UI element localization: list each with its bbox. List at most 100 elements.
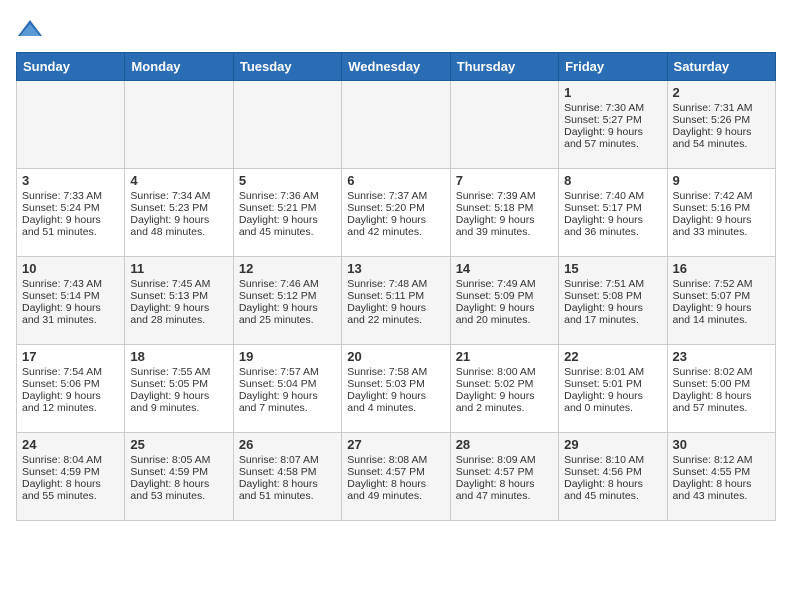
week-row-1: 1Sunrise: 7:30 AMSunset: 5:27 PMDaylight… [17,81,776,169]
calendar-cell: 12Sunrise: 7:46 AMSunset: 5:12 PMDayligh… [233,257,341,345]
day-info: Sunrise: 8:12 AM [673,454,770,466]
day-info: Sunset: 5:00 PM [673,378,770,390]
day-info: and 33 minutes. [673,226,770,238]
day-info: Daylight: 8 hours [456,478,553,490]
day-info: and 2 minutes. [456,402,553,414]
day-number: 18 [130,349,227,364]
day-info: Sunset: 5:07 PM [673,290,770,302]
weekday-header-friday: Friday [559,53,667,81]
day-number: 10 [22,261,119,276]
day-info: Sunset: 5:01 PM [564,378,661,390]
calendar-cell [233,81,341,169]
day-info: Sunset: 5:03 PM [347,378,444,390]
day-info: Sunset: 5:17 PM [564,202,661,214]
calendar-cell: 27Sunrise: 8:08 AMSunset: 4:57 PMDayligh… [342,433,450,521]
day-info: Sunrise: 7:42 AM [673,190,770,202]
day-info: Sunset: 4:59 PM [22,466,119,478]
day-info: and 53 minutes. [130,490,227,502]
day-info: Daylight: 9 hours [564,214,661,226]
calendar-cell: 23Sunrise: 8:02 AMSunset: 5:00 PMDayligh… [667,345,775,433]
calendar-cell: 22Sunrise: 8:01 AMSunset: 5:01 PMDayligh… [559,345,667,433]
day-number: 3 [22,173,119,188]
day-info: and 45 minutes. [564,490,661,502]
day-info: Sunrise: 7:36 AM [239,190,336,202]
weekday-header-row: SundayMondayTuesdayWednesdayThursdayFrid… [17,53,776,81]
day-info: Sunrise: 8:02 AM [673,366,770,378]
day-info: Sunrise: 7:43 AM [22,278,119,290]
day-info: and 31 minutes. [22,314,119,326]
day-info: Sunrise: 8:00 AM [456,366,553,378]
calendar-cell: 20Sunrise: 7:58 AMSunset: 5:03 PMDayligh… [342,345,450,433]
day-info: Daylight: 9 hours [673,126,770,138]
calendar-cell: 19Sunrise: 7:57 AMSunset: 5:04 PMDayligh… [233,345,341,433]
day-info: Sunrise: 7:31 AM [673,102,770,114]
day-info: Sunset: 5:11 PM [347,290,444,302]
weekday-header-thursday: Thursday [450,53,558,81]
calendar-cell: 6Sunrise: 7:37 AMSunset: 5:20 PMDaylight… [342,169,450,257]
day-number: 14 [456,261,553,276]
day-info: Sunset: 5:24 PM [22,202,119,214]
day-number: 17 [22,349,119,364]
day-info: and 4 minutes. [347,402,444,414]
calendar-cell: 24Sunrise: 8:04 AMSunset: 4:59 PMDayligh… [17,433,125,521]
day-info: Daylight: 8 hours [239,478,336,490]
day-info: and 51 minutes. [239,490,336,502]
day-info: Sunrise: 8:08 AM [347,454,444,466]
day-number: 7 [456,173,553,188]
day-info: Daylight: 9 hours [130,302,227,314]
day-info: Sunrise: 8:04 AM [22,454,119,466]
calendar-cell: 2Sunrise: 7:31 AMSunset: 5:26 PMDaylight… [667,81,775,169]
day-info: Sunset: 5:05 PM [130,378,227,390]
day-info: Sunrise: 7:37 AM [347,190,444,202]
day-number: 9 [673,173,770,188]
calendar-cell [342,81,450,169]
calendar-cell: 3Sunrise: 7:33 AMSunset: 5:24 PMDaylight… [17,169,125,257]
day-number: 12 [239,261,336,276]
day-info: Daylight: 8 hours [22,478,119,490]
day-info: Daylight: 9 hours [239,214,336,226]
day-number: 23 [673,349,770,364]
day-info: Sunrise: 7:49 AM [456,278,553,290]
day-info: Sunset: 5:09 PM [456,290,553,302]
day-info: Daylight: 8 hours [564,478,661,490]
day-number: 25 [130,437,227,452]
day-number: 15 [564,261,661,276]
day-info: Sunset: 5:14 PM [22,290,119,302]
calendar-cell: 21Sunrise: 8:00 AMSunset: 5:02 PMDayligh… [450,345,558,433]
calendar-cell [17,81,125,169]
day-info: and 36 minutes. [564,226,661,238]
calendar-cell: 13Sunrise: 7:48 AMSunset: 5:11 PMDayligh… [342,257,450,345]
day-info: Sunset: 5:02 PM [456,378,553,390]
day-number: 13 [347,261,444,276]
day-info: Daylight: 9 hours [347,214,444,226]
day-info: Sunrise: 7:51 AM [564,278,661,290]
day-info: Sunrise: 8:10 AM [564,454,661,466]
calendar-cell: 17Sunrise: 7:54 AMSunset: 5:06 PMDayligh… [17,345,125,433]
day-info: Sunset: 5:26 PM [673,114,770,126]
calendar-cell: 10 Sunrise: 7:43 AMSunset: 5:14 PMDayligh… [17,257,125,345]
day-info: and 22 minutes. [347,314,444,326]
day-info: Sunset: 5:23 PM [130,202,227,214]
day-info: and 49 minutes. [347,490,444,502]
calendar-cell: 16Sunrise: 7:52 AMSunset: 5:07 PMDayligh… [667,257,775,345]
day-info: and 14 minutes. [673,314,770,326]
day-number: 26 [239,437,336,452]
day-number: 27 [347,437,444,452]
day-info: Sunset: 5:13 PM [130,290,227,302]
calendar-cell: 28Sunrise: 8:09 AMSunset: 4:57 PMDayligh… [450,433,558,521]
week-row-4: 17Sunrise: 7:54 AMSunset: 5:06 PMDayligh… [17,345,776,433]
day-info: Sunrise: 7:46 AM [239,278,336,290]
day-info: Sunrise: 7:52 AM [673,278,770,290]
logo [16,16,48,44]
day-info: Daylight: 8 hours [130,478,227,490]
day-info: Sunrise: 8:01 AM [564,366,661,378]
day-info: and 12 minutes. [22,402,119,414]
day-info: Daylight: 9 hours [22,302,119,314]
day-info: Daylight: 9 hours [347,390,444,402]
day-number: 8 [564,173,661,188]
day-info: and 47 minutes. [456,490,553,502]
day-info: Sunset: 4:57 PM [347,466,444,478]
day-number: 16 [673,261,770,276]
day-info: and 51 minutes. [22,226,119,238]
day-number: 1 [564,85,661,100]
